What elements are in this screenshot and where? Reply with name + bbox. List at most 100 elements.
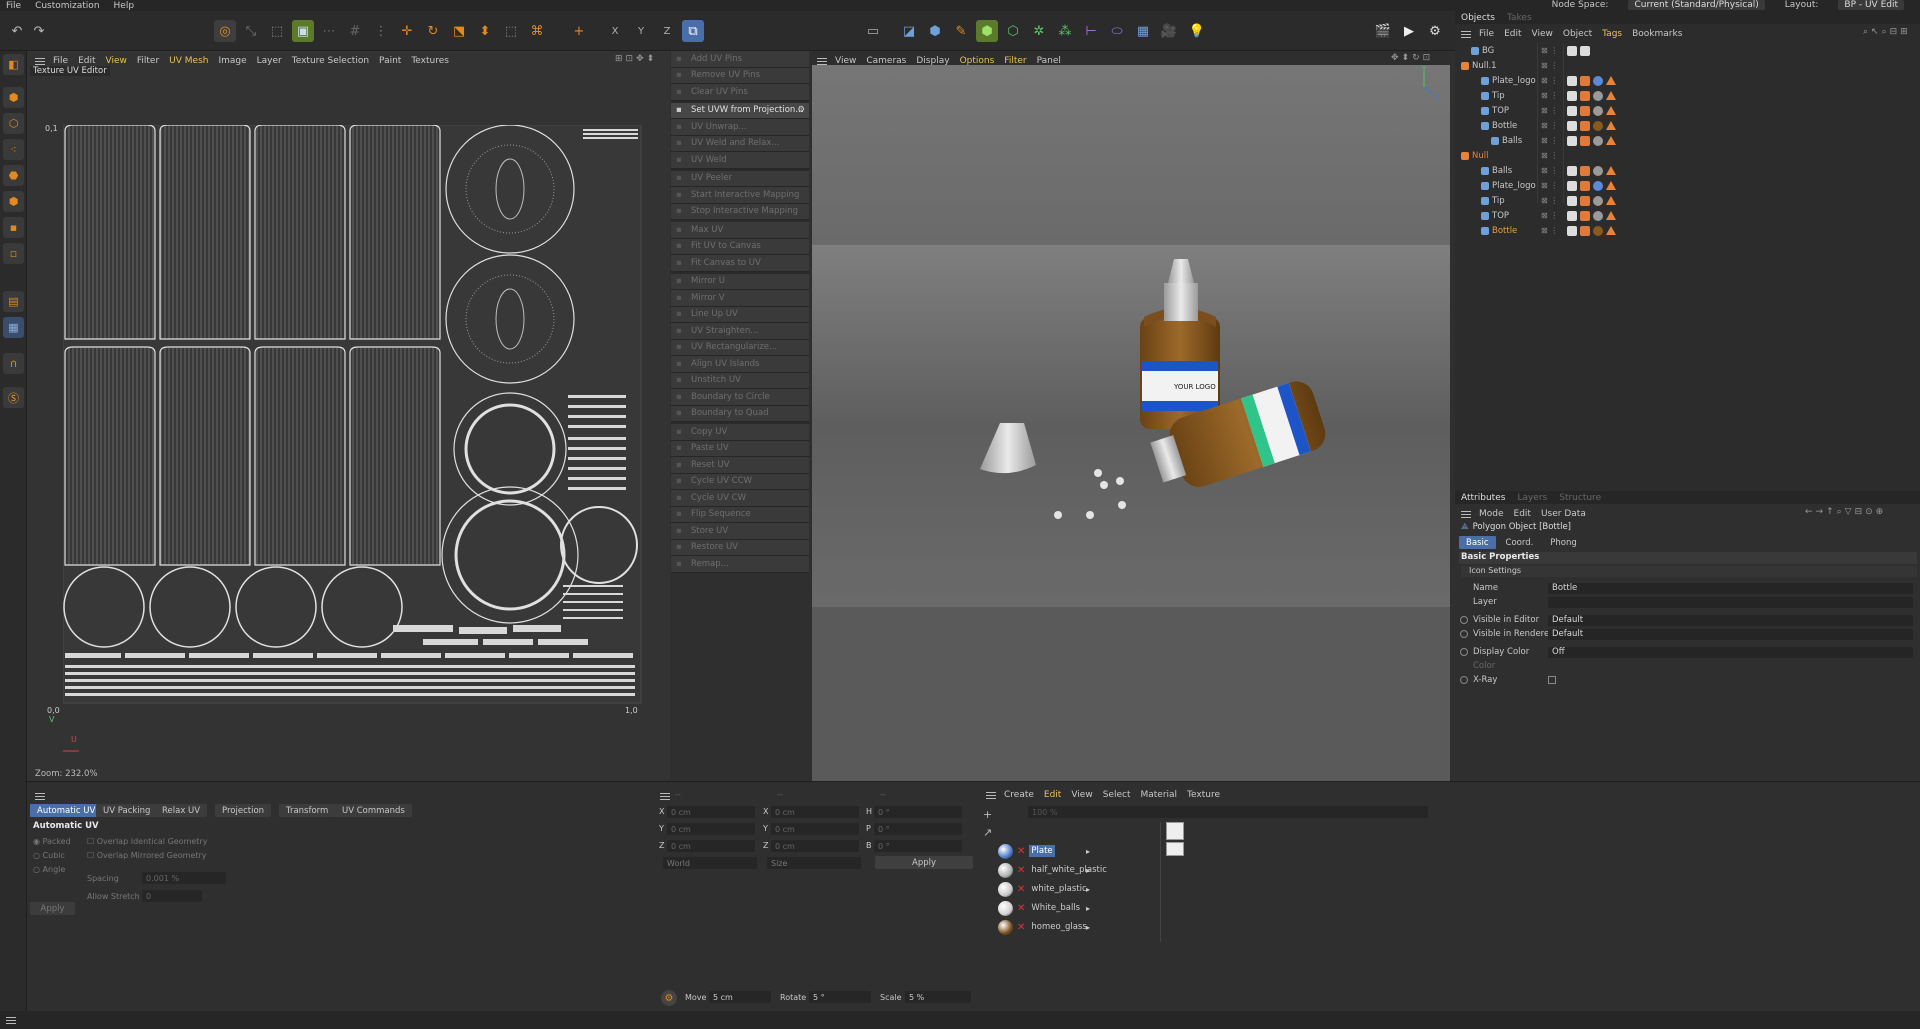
attributes-nav-icons[interactable]: ←→↑⌕▽⊟⊙⊕ [1805,507,1886,517]
object-row[interactable]: TOP ⊠ ⋮ [1455,103,1920,118]
animate-radio-icon[interactable] [1460,630,1468,638]
greyball-tag-icon[interactable] [1593,90,1603,101]
move-icon[interactable]: ✛ [396,20,418,42]
uv-command-item[interactable]: ▪ Clear UV Pins [671,84,809,101]
uv-command-item[interactable]: ▪ Fit Canvas to UV [671,255,809,272]
checker-tag-icon[interactable] [1580,45,1590,56]
uv-canvas[interactable] [63,125,671,765]
uv-menu-uv-mesh[interactable]: UV Mesh [169,56,208,66]
checker-tag-icon[interactable] [1567,105,1577,116]
render-view-icon[interactable]: 🎬 [1372,20,1394,42]
visibility-toggle-icon[interactable]: ⊠ ⋮ [1541,196,1558,205]
object-row[interactable]: Plate_logo ⊠ ⋮ [1455,73,1920,88]
subdivision-icon[interactable]: ⬢ [976,20,998,42]
brownball-tag-icon[interactable] [1593,225,1603,236]
material-row[interactable]: ✕ White_balls ▸ [998,899,1358,917]
obj-menu-view[interactable]: View [1532,29,1553,39]
polygons-mode-icon[interactable]: ⬢ [3,191,24,212]
material-expand-arrow-icon[interactable]: ▸ [1086,923,1090,932]
visibility-toggle-icon[interactable]: ⊠ ⋮ [1541,151,1558,160]
viewport-nav-icons[interactable]: ✥⬍↻⊡ [1391,53,1433,63]
coord-value-field[interactable]: 0 cm [667,823,755,835]
tri-tag-icon[interactable] [1606,106,1616,115]
uv-command-item[interactable]: ▪ UV Peeler [671,170,809,187]
uv-command-item[interactable]: ▪ UV Weld and Relax... [671,135,809,152]
uv-command-item[interactable]: ▪ Mirror V [671,290,809,307]
viewport-icon[interactable]: ◪ [898,20,920,42]
visibility-toggle-icon[interactable]: ⊠ ⋮ [1541,46,1558,55]
tab-uv-packing[interactable]: UV Packing [96,804,158,817]
uv-transform-icon[interactable]: ⬚ [500,20,522,42]
checker-tag-icon[interactable] [1567,135,1577,146]
object-row[interactable]: Null ⊠ ⋮ [1455,148,1920,163]
material-expand-arrow-icon[interactable]: ▸ [1086,904,1090,913]
greyball-tag-icon[interactable] [1593,135,1603,146]
uv-command-item[interactable]: ▪ Add UV Pins [671,51,809,68]
object-row[interactable]: Null.1 ⊠ ⋮ [1455,58,1920,73]
viewport-panel-menu-icon[interactable] [817,57,827,65]
coordinates-menu-icon[interactable] [660,793,670,800]
attribute-value-field[interactable]: Default [1548,628,1913,640]
scale-icon[interactable]: ⬔ [448,20,470,42]
move-select-icon[interactable]: ⤡ [240,20,262,42]
floor-icon[interactable]: ▦ [1132,20,1154,42]
redo-icon[interactable]: ↷ [28,20,50,42]
uv-menu-file[interactable]: File [53,56,68,66]
camera-icon[interactable]: 🎥 [1158,20,1180,42]
tab-projection[interactable]: Projection [215,804,272,817]
checker-tag-icon[interactable] [1567,75,1577,86]
mat-menu-material[interactable]: Material [1140,790,1177,800]
snap-magnet-icon[interactable]: ∩ [3,353,24,374]
material-row[interactable]: ✕ white_plastic ▸ [998,880,1358,898]
lasso-icon[interactable]: ⋮ [370,20,392,42]
uv-command-item[interactable]: ▪ Remap... [671,556,809,573]
material-link-icon[interactable]: ↗ [983,826,992,839]
object-row[interactable]: Tip ⊠ ⋮ [1455,88,1920,103]
uv-command-item[interactable]: ▪ Set UVW from Projection... ⚙ [671,102,809,119]
phong-tag-icon[interactable] [1580,210,1590,221]
phong-tag-icon[interactable] [1580,105,1590,116]
attribute-value-field[interactable]: Bottle [1548,582,1913,594]
animate-radio-icon[interactable] [1460,676,1468,684]
radio-angle[interactable]: ○ Angle [33,863,71,877]
uv-points-icon[interactable]: ▪ [3,217,24,238]
move-step-field[interactable]: 5 cm [709,991,771,1003]
tweak-mode-icon[interactable]: ▦ [3,317,24,338]
phong-tag-icon[interactable] [1580,135,1590,146]
tri-tag-icon[interactable] [1606,211,1616,220]
uv-menu-image[interactable]: Image [218,56,246,66]
greyball-tag-icon[interactable] [1593,195,1603,206]
status-menu-icon[interactable] [6,1017,16,1024]
subtab-basic[interactable]: Basic [1459,536,1496,549]
uv-command-item[interactable]: ▪ Cycle UV CW [671,490,809,507]
enable-axis-icon[interactable]: ▤ [3,291,24,312]
uv-tools-menu-icon[interactable] [35,793,45,800]
render-picture-viewer-icon[interactable]: ▶ [1398,20,1420,42]
material-row[interactable]: ✕ half_white_plastic ▸ [998,861,1358,879]
model-mode-icon[interactable]: ◧ [3,54,24,75]
blueball-tag-icon[interactable] [1593,75,1603,86]
tri-tag-icon[interactable] [1606,121,1616,130]
greyball-tag-icon[interactable] [1593,105,1603,116]
visibility-toggle-icon[interactable]: ⊠ ⋮ [1541,181,1558,190]
tri-tag-icon[interactable] [1606,181,1616,190]
object-mode-icon[interactable]: ⬢ [3,87,24,108]
attr-menu-mode[interactable]: Mode [1479,509,1504,519]
panel-menu-icon[interactable] [35,57,45,65]
uv-nav-icons[interactable]: ⊞⊡✥⬍ [615,54,657,64]
uv-command-item[interactable]: ▪ Stop Interactive Mapping [671,203,809,220]
uv-apply-button[interactable]: Apply [30,902,75,915]
snap-settings-icon[interactable]: ⚙ [661,990,677,1006]
uv-command-item[interactable]: ▪ Fit UV to Canvas [671,238,809,255]
attribute-value-field[interactable] [1548,596,1913,608]
uv-command-item[interactable]: ▪ Flip Sequence [671,506,809,523]
tab-automatic-uv[interactable]: Automatic UV [30,804,103,817]
scale-step-field[interactable]: 5 % [905,991,971,1003]
checker-tag-icon[interactable] [1567,225,1577,236]
checker-tag-icon[interactable] [1567,45,1577,56]
viewport-canvas[interactable]: YOUR LOGO [812,65,1450,781]
uv-command-item[interactable]: ▪ Store UV [671,523,809,540]
uv-polygon-mode-icon[interactable]: ▣ [292,20,314,42]
rotate-step-field[interactable]: 5 ° [809,991,871,1003]
uv-command-item[interactable]: ▪ UV Straighten... [671,323,809,340]
